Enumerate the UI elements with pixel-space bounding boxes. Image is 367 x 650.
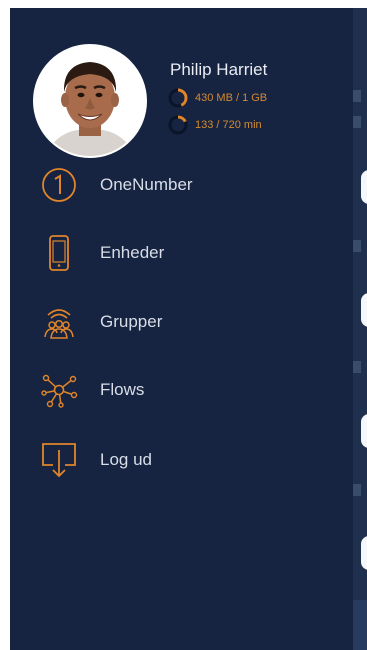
flows-network-icon: [38, 369, 80, 411]
content-bottom-bar: [353, 600, 367, 650]
data-usage-stat: 430 MB / 1 GB: [168, 87, 267, 109]
menu-item-onenumber[interactable]: OneNumber: [38, 160, 328, 210]
content-tab-marker: [353, 90, 361, 102]
one-number-icon: [38, 164, 80, 206]
content-card-edge: [361, 293, 367, 327]
navigation-drawer: Philip Harriet 430 MB / 1 GB 133 / 720 m…: [10, 8, 353, 650]
user-name: Philip Harriet: [170, 60, 268, 79]
menu-item-flows[interactable]: Flows: [38, 365, 328, 415]
content-card-edge: [361, 170, 367, 204]
content-tab-marker: [353, 361, 361, 373]
group-icon: [38, 301, 80, 343]
avatar[interactable]: [33, 44, 147, 158]
menu-item-label: Enheder: [100, 243, 165, 262]
content-tab-marker: [353, 240, 361, 252]
menu-item-label: Log ud: [100, 450, 152, 469]
menu-item-enheder[interactable]: Enheder: [38, 228, 328, 278]
content-card-edge: [361, 414, 367, 448]
data-usage-label: 430 MB / 1 GB: [195, 92, 268, 104]
menu-item-log-ud[interactable]: Log ud: [38, 435, 328, 485]
content-tab-marker: [353, 484, 361, 496]
app-frame: Philip Harriet 430 MB / 1 GB 133 / 720 m…: [10, 8, 367, 650]
phone-device-icon: [38, 232, 80, 274]
content-tab-marker: [353, 116, 361, 128]
menu-item-label: Grupper: [100, 312, 163, 331]
avatar-photo: [35, 46, 145, 156]
minutes-usage-ring-icon: [168, 115, 188, 135]
minutes-usage-stat: 133 / 720 min: [168, 114, 262, 136]
menu-item-label: Flows: [100, 380, 145, 399]
logout-icon: [38, 439, 80, 481]
menu-item-label: OneNumber: [100, 175, 193, 194]
content-card-edge: [361, 536, 367, 570]
data-usage-ring-icon: [168, 88, 188, 108]
menu-item-grupper[interactable]: Grupper: [38, 297, 328, 347]
minutes-usage-label: 133 / 720 min: [195, 119, 262, 131]
